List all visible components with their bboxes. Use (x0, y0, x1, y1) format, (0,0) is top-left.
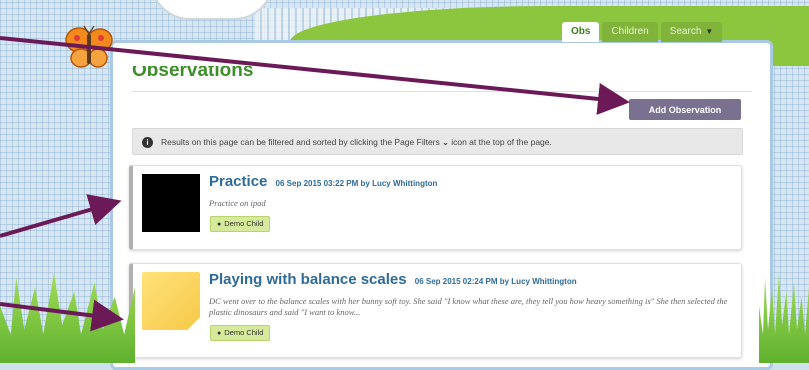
observation-by: by (360, 179, 370, 188)
child-tag[interactable]: ● Demo Child (210, 216, 271, 232)
add-observation-button[interactable]: Add Observation (629, 99, 741, 120)
observation-thumbnail[interactable] (142, 174, 200, 232)
observation-description: DC went over to the balance scales with … (209, 296, 728, 317)
tab-children[interactable]: Children (602, 22, 658, 42)
child-icon: ● (217, 330, 222, 337)
observation-title-row: Practice 06 Sep 2015 03:22 PM by Lucy Wh… (209, 173, 437, 190)
chevron-down-icon: ⌄ (442, 138, 449, 147)
observation-title-link[interactable]: Playing with balance scales (209, 271, 407, 288)
observation-card[interactable]: Practice 06 Sep 2015 03:22 PM by Lucy Wh… (129, 165, 742, 250)
observation-author-link[interactable]: Lucy Whittington (372, 179, 437, 188)
observation-by: by (499, 277, 510, 286)
butterfly-icon (65, 25, 113, 68)
sticky-note-icon[interactable] (142, 272, 200, 330)
observation-description: Practice on ipad (209, 198, 266, 208)
caret-down-icon: ▼ (705, 27, 714, 36)
child-tag[interactable]: ● Demo Child (210, 325, 271, 341)
child-icon: ● (217, 221, 222, 228)
nav-tabs: Obs Children Search ▼ (562, 22, 723, 42)
observation-title-row: Playing with balance scales 06 Sep 2015 … (209, 271, 577, 288)
tab-search[interactable]: Search ▼ (660, 22, 723, 42)
observation-author-link[interactable]: Lucy Whittington (511, 277, 576, 286)
info-icon: i (142, 137, 153, 148)
info-text-post: icon at the top of the page. (451, 137, 552, 147)
observation-title-link[interactable]: Practice (209, 173, 267, 190)
observation-date: 06 Sep 2015 02:24 PM (414, 277, 498, 286)
observation-card[interactable]: Playing with balance scales 06 Sep 2015 … (129, 263, 742, 358)
info-text-pre: Results on this page can be filtered and… (161, 137, 440, 147)
observation-date: 06 Sep 2015 03:22 PM (275, 179, 359, 188)
observation-meta: 06 Sep 2015 02:24 PM by Lucy Whittington (415, 277, 577, 286)
info-banner: i Results on this page can be filtered a… (132, 128, 743, 155)
title-divider (132, 91, 752, 92)
tab-obs[interactable]: Obs (562, 22, 600, 42)
observation-meta: 06 Sep 2015 03:22 PM by Lucy Whittington (276, 179, 438, 188)
